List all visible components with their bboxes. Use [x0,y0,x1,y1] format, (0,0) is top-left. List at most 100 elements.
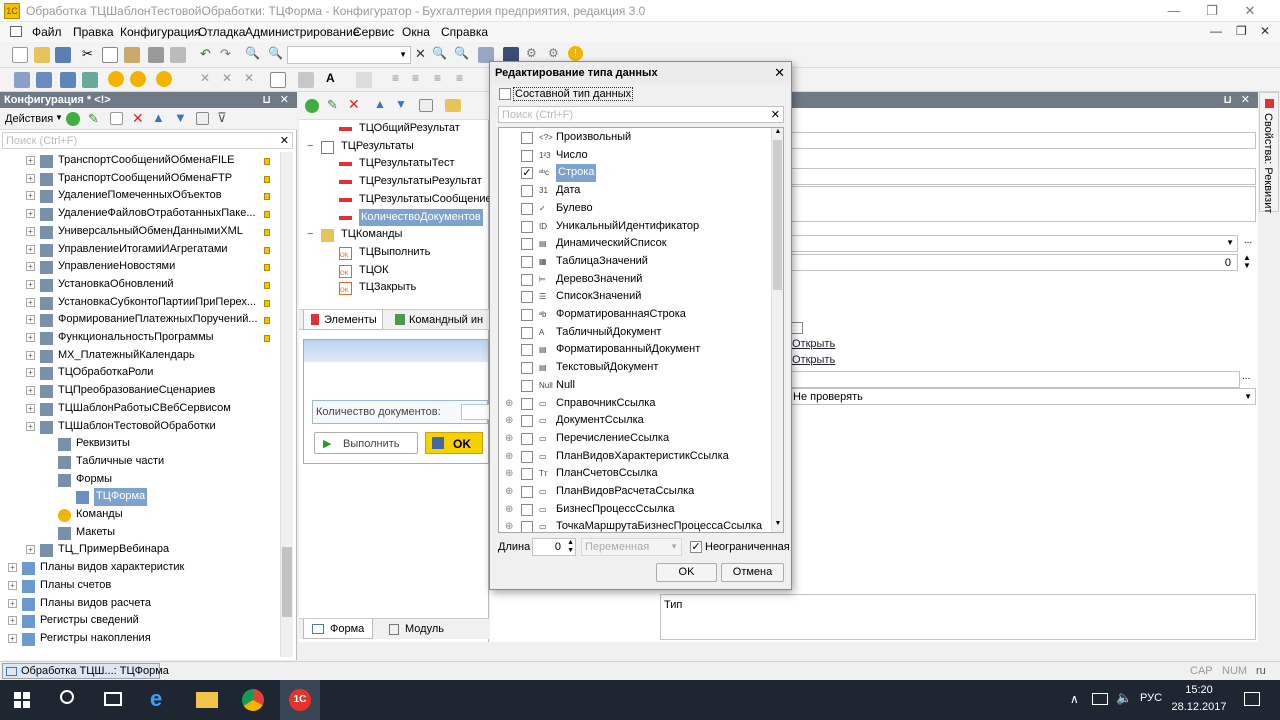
pin-icon[interactable]: ⊔ [262,92,271,108]
type-row[interactable]: ⊕ ▭ ПеречислениеСсылка [499,430,769,448]
type-search-input[interactable]: Поиск (Ctrl+F) ✕ [498,106,784,123]
config-tree-item[interactable]: + Планы счетов [0,577,280,595]
type-checkbox[interactable] [521,450,533,463]
type-expand-icon[interactable]: ⊕ [505,501,513,519]
type-expand-icon[interactable]: ⊕ [505,412,513,430]
justify-icon[interactable]: ≡ [456,71,463,85]
font-color-icon[interactable]: A [326,71,335,85]
config-tree-item[interactable]: + УстановкаОбновлений [0,276,280,294]
notifications-icon[interactable] [1244,692,1260,706]
type-row[interactable]: ▦ ТаблицаЗначений [499,253,769,271]
config-tree-item[interactable]: + УдалениеПомеченныхОбъектов [0,187,280,205]
type-list-scrollbar[interactable]: ▲ ▼ [771,128,783,532]
config-tree-item[interactable]: + ФункциональностьПрограммы [0,329,280,347]
prop-title-field[interactable] [790,168,1256,185]
config-search-clear-icon[interactable]: ✕ [280,134,289,147]
move-up-icon[interactable]: ▲ [152,110,165,125]
move-down-icon[interactable]: ▼ [174,110,187,125]
composite-type-checkbox[interactable] [499,88,511,100]
1c-taskbar-button[interactable]: 1С [280,680,320,720]
type-expand-icon[interactable]: ⊕ [505,395,513,413]
expand-icon[interactable]: + [26,226,35,236]
align-right-icon[interactable]: ≡ [434,71,441,85]
tool-c-icon[interactable]: ✕ [244,71,254,85]
volume-icon[interactable]: 🔈 [1116,690,1132,706]
lang-indicator[interactable]: ru [1256,665,1266,677]
collapse-icon[interactable]: − [307,226,313,244]
align-left-icon[interactable]: ≡ [392,71,399,85]
type-row[interactable]: ID УникальныйИдентификатор [499,218,769,236]
type-expand-icon[interactable]: ⊕ [505,465,513,483]
expand-icon[interactable]: + [26,173,35,183]
add-element-icon[interactable] [305,99,319,113]
close-window-button[interactable]: ✕ [1236,2,1264,20]
config-tree-item[interactable]: + УправлениеНовостями [0,258,280,276]
expand-icon[interactable]: + [26,191,35,201]
edit-element-icon[interactable]: ✎ [327,97,338,113]
delete-item-icon[interactable]: ✕ [132,110,144,127]
config-search-input[interactable]: Поиск (Ctrl+F) ✕ [2,132,293,149]
type-expand-icon[interactable]: ⊕ [505,430,513,448]
scroll-down-icon[interactable]: ▼ [772,520,783,527]
prop-check-dropdown-icon[interactable]: ▼ [1244,392,1252,401]
expand-icon[interactable]: + [26,545,35,555]
type-row[interactable]: ⊕ ▭ ДокументСсылка [499,412,769,430]
dialog-ok-button[interactable]: OK [656,563,717,582]
length-input[interactable]: 0 ▲ ▼ [532,538,576,556]
type-checkbox[interactable] [521,379,533,392]
type-search-clear-icon[interactable]: ✕ [771,108,780,121]
config-tree-item[interactable]: + УстановкаСубконтоПартииПриПерех... [0,294,280,312]
config-icon[interactable] [36,72,52,88]
expand-icon[interactable]: + [8,598,17,608]
actions-menu[interactable]: Действия [5,113,53,125]
expand-icon[interactable]: + [26,279,35,289]
highlight-icon[interactable] [356,72,372,88]
menu-windows[interactable]: Окна [402,25,430,39]
mdi-close-button[interactable]: ✕ [1260,24,1270,38]
type-checkbox[interactable] [521,132,533,144]
config-tree-item[interactable]: + ТЦШаблонРаботыСВебСервисом [0,400,280,418]
form-tree-item[interactable]: − ТЦКоманды [299,226,489,244]
expand-icon[interactable]: + [26,368,35,378]
mdi-restore-button[interactable]: ❐ [1236,24,1247,38]
menu-service[interactable]: Сервис [353,25,394,39]
config-tree-item[interactable]: Формы [0,471,280,489]
save-icon[interactable] [55,47,71,63]
expand-icon[interactable]: + [26,209,35,219]
tool-a-icon[interactable]: ✕ [200,71,210,85]
config-tree-item[interactable]: + ФормированиеПлатежныхПоручений... [0,311,280,329]
type-checkbox[interactable] [521,468,533,481]
expand-icon[interactable]: + [8,563,17,573]
config-tree-item[interactable]: + УправлениеИтогамиИАгрегатами [0,241,280,259]
menu-administration[interactable]: Администрирование [245,25,359,39]
dialog-cancel-button[interactable]: Отмена [721,563,784,582]
expand-icon[interactable]: + [8,633,17,643]
expand-icon[interactable]: + [26,315,35,325]
open-folder-icon[interactable] [34,47,50,63]
config-tree-item[interactable]: + Регистры накопления [0,630,280,648]
form-tree-item[interactable]: ТЦРезультатыТест [299,155,489,173]
type-row[interactable]: ⊕ ▭ СправочникСсылка [499,395,769,413]
tab-module[interactable]: Модуль [381,619,451,639]
type-checkbox[interactable] [521,326,533,339]
clock-time[interactable]: 15:20 [1170,684,1228,696]
type-row[interactable]: ⊕ ▭ ПланВидовХарактеристикСсылка [499,448,769,466]
menu-edit[interactable]: Правка [73,25,114,39]
element-up-icon[interactable]: ▲ [374,97,386,111]
properties-side-tab[interactable]: Свойства: Реквизит [1259,92,1279,213]
paste-icon[interactable] [124,47,140,63]
group-icon[interactable] [419,99,433,112]
menu-debug[interactable]: Отладка [198,25,245,39]
add-icon[interactable] [66,112,80,126]
preview-run-button[interactable]: ▶ Выполнить [314,432,418,454]
copy-icon[interactable] [102,47,118,63]
network-icon[interactable] [1092,693,1108,705]
dialog-close-icon[interactable]: ✕ [774,62,785,84]
type-row[interactable]: 1²3 Число [499,147,769,165]
main-menu-icon[interactable] [10,26,22,37]
config-tree-item[interactable]: Макеты [0,524,280,542]
type-row[interactable]: A ТабличныйДокумент [499,324,769,342]
prop-data-path-field[interactable] [790,371,1240,388]
clear-search-icon[interactable]: ✕ [415,46,426,62]
type-row[interactable]: ▤ ДинамическийСписок [499,235,769,253]
